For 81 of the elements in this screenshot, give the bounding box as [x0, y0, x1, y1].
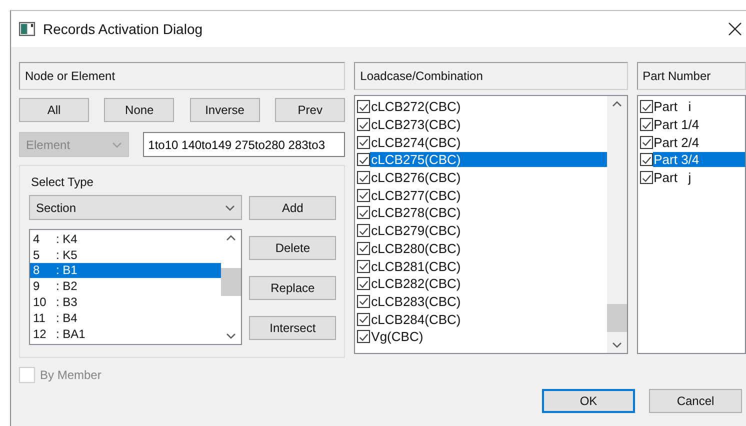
- checkbox[interactable]: [640, 171, 653, 184]
- list-item[interactable]: 4 : K4: [30, 231, 221, 247]
- list-item[interactable]: cLCB275(CBC): [370, 152, 607, 168]
- checkbox[interactable]: [357, 312, 370, 326]
- list-item[interactable]: Part 2/4: [652, 134, 745, 150]
- chevron-up-icon: [226, 234, 236, 242]
- checkbox[interactable]: [357, 242, 370, 255]
- check-icon: [358, 242, 370, 254]
- list-item[interactable]: cLCB274(CBC): [370, 134, 607, 150]
- chevron-down-icon: [112, 140, 122, 148]
- list-item[interactable]: cLCB277(CBC): [370, 188, 607, 203]
- check-icon: [640, 136, 652, 148]
- list-item[interactable]: cLCB272(CBC): [370, 99, 607, 114]
- list-item[interactable]: cLCB281(CBC): [370, 258, 607, 274]
- list-item[interactable]: 8 : B1: [30, 262, 221, 278]
- checkbox[interactable]: [357, 206, 370, 220]
- group-label: Select Type: [31, 175, 94, 189]
- button[interactable]: All: [19, 98, 89, 122]
- checkbox[interactable]: [357, 100, 370, 114]
- checkbox[interactable]: [357, 136, 370, 149]
- scrollbar-thumb[interactable]: [606, 304, 627, 332]
- list-item[interactable]: cLCB284(CBC): [370, 312, 607, 327]
- checkbox[interactable]: [357, 294, 370, 308]
- checkbox[interactable]: [640, 136, 653, 149]
- checkbox[interactable]: [640, 100, 653, 114]
- list-item[interactable]: Part i: [652, 99, 745, 114]
- scrollbar[interactable]: [606, 96, 627, 353]
- close-icon: [728, 22, 742, 36]
- button[interactable]: Intersect: [249, 316, 336, 340]
- checkbox[interactable]: [357, 277, 370, 290]
- chevron-up-icon: [612, 100, 622, 108]
- button[interactable]: Add: [249, 196, 336, 220]
- button[interactable]: Prev: [275, 98, 346, 122]
- list-item[interactable]: cLCB282(CBC): [370, 276, 607, 292]
- checkbox[interactable]: [357, 330, 370, 344]
- checkbox-label: By Member: [40, 368, 102, 382]
- list-item[interactable]: cLCB278(CBC): [370, 205, 607, 220]
- button[interactable]: Inverse: [190, 98, 260, 122]
- list-item[interactable]: cLCB279(CBC): [370, 223, 607, 238]
- list-item[interactable]: 11 : B4: [30, 310, 221, 326]
- checkbox[interactable]: [357, 118, 370, 132]
- checkbox[interactable]: [357, 188, 370, 202]
- checkbox[interactable]: [357, 171, 370, 184]
- check-icon: [358, 189, 370, 202]
- button[interactable]: Delete: [249, 236, 336, 260]
- checkbox[interactable]: [640, 118, 653, 132]
- button[interactable]: Replace: [249, 276, 336, 300]
- chevron-down-icon: [612, 341, 622, 349]
- list-item[interactable]: Vg(CBC): [370, 329, 607, 344]
- checkbox[interactable]: [357, 224, 370, 238]
- list-item[interactable]: cLCB280(CBC): [370, 240, 607, 256]
- chevron-down-icon: [225, 204, 235, 212]
- button[interactable]: OK: [542, 389, 635, 413]
- list-item[interactable]: cLCB273(CBC): [370, 117, 607, 132]
- panel-header: Node or Element: [19, 62, 346, 90]
- list-item[interactable]: Part j: [652, 170, 745, 186]
- checkbox[interactable]: [357, 153, 370, 166]
- app-icon: [19, 22, 35, 36]
- checkbox[interactable]: [640, 153, 653, 166]
- panel-header: Loadcase/Combination: [354, 62, 628, 90]
- list-item[interactable]: 5 : K5: [30, 246, 221, 263]
- list-item[interactable]: cLCB276(CBC): [370, 170, 607, 186]
- check-icon: [358, 295, 370, 308]
- list-item[interactable]: 10 : B3: [30, 294, 221, 310]
- check-icon: [358, 260, 370, 272]
- button[interactable]: None: [104, 98, 174, 122]
- check-icon: [358, 313, 370, 326]
- check-icon: [358, 136, 370, 148]
- scrollbar-thumb[interactable]: [221, 268, 241, 296]
- list-item[interactable]: Part 3/4: [652, 152, 745, 168]
- list-item[interactable]: 9 : B2: [30, 278, 221, 294]
- checkbox[interactable]: [357, 260, 370, 273]
- dropdown[interactable]: Section: [29, 195, 242, 220]
- input-field[interactable]: 1to10 140to149 275to280 283to3: [143, 132, 346, 157]
- button[interactable]: Cancel: [649, 389, 742, 413]
- panel-header: Part Number: [636, 62, 746, 90]
- window-title: Records Activation Dialog: [43, 21, 204, 37]
- list-item[interactable]: cLCB283(CBC): [370, 294, 607, 309]
- list-item[interactable]: Part 1/4: [652, 117, 745, 132]
- list-item[interactable]: 12 : BA1: [30, 326, 221, 342]
- chevron-down-icon: [226, 332, 236, 340]
